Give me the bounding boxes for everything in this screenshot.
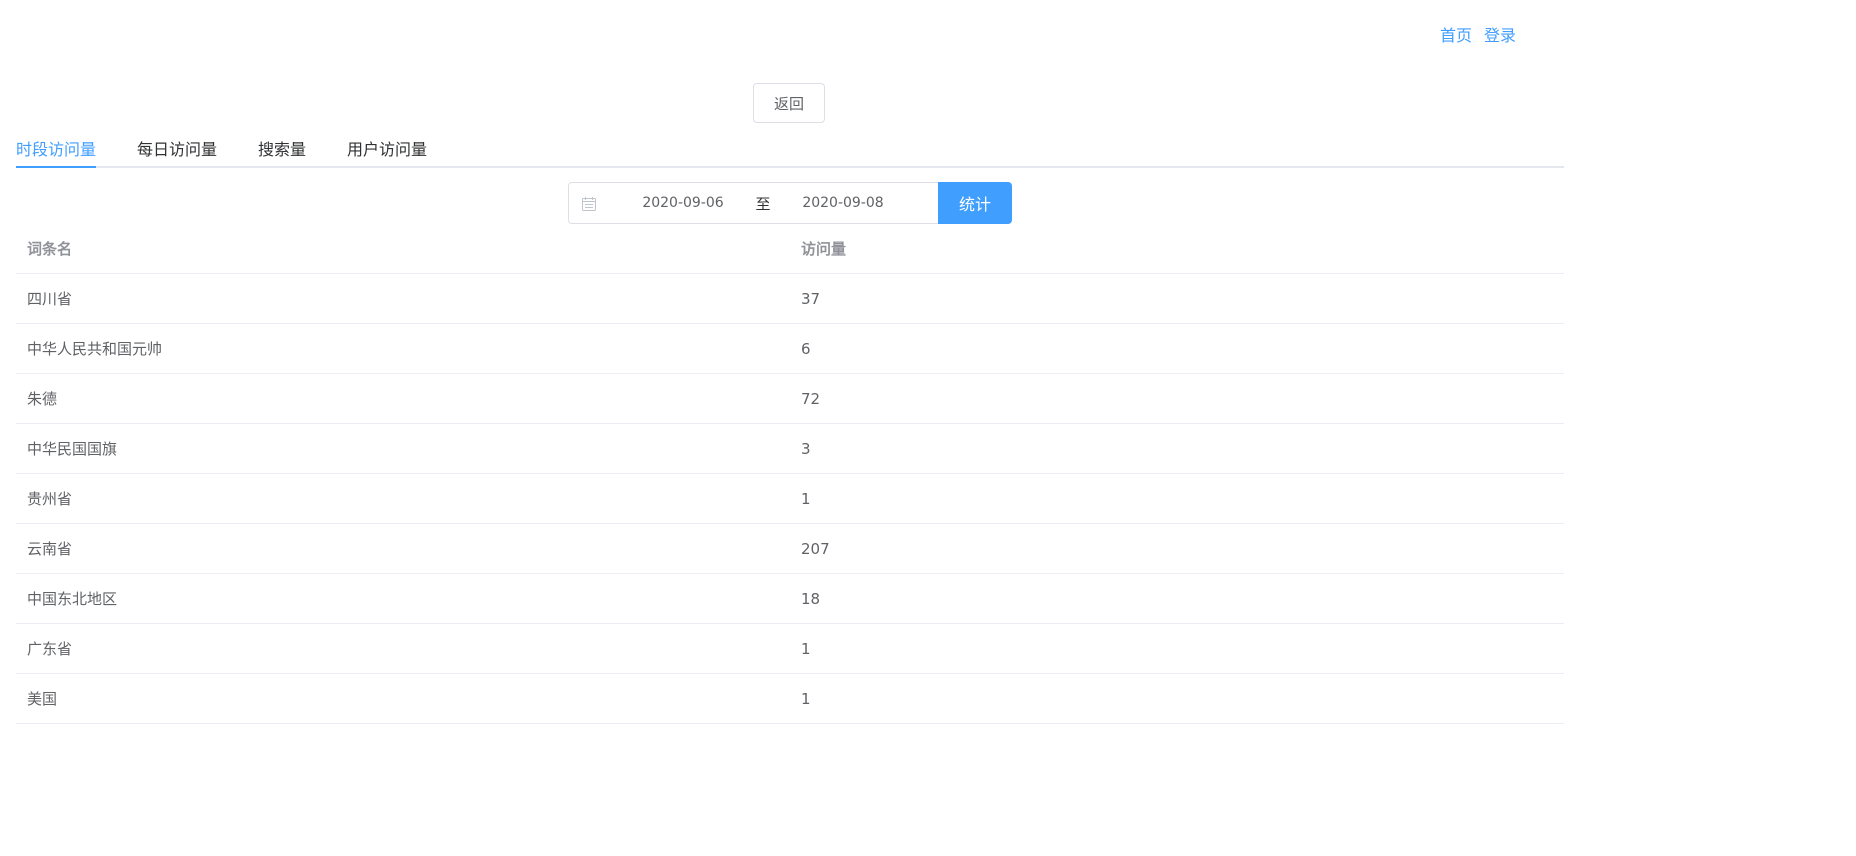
home-link[interactable]: 首页 — [1440, 22, 1472, 46]
table-row: 中国东北地区 18 — [16, 574, 1564, 624]
column-header-name: 词条名 — [27, 240, 73, 258]
cell-count: 1 — [801, 489, 811, 508]
table-row: 美国 1 — [16, 674, 1564, 724]
cell-name: 广东省 — [27, 640, 73, 658]
cell-count: 1 — [801, 689, 811, 708]
start-date-input[interactable] — [616, 194, 750, 212]
cell-name: 美国 — [27, 690, 58, 708]
cell-name: 四川省 — [27, 290, 73, 308]
cell-name: 中华民国国旗 — [27, 440, 118, 458]
table-header: 词条名 访问量 — [16, 224, 1564, 274]
cell-count: 207 — [801, 539, 830, 558]
login-link[interactable]: 登录 — [1484, 22, 1516, 46]
top-nav: 首页 登录 — [1440, 22, 1516, 46]
page: 首页 登录 返回 时段访问量 每日访问量 搜索量 用户访问量 至 统计 词条名 … — [0, 0, 1856, 856]
back-button[interactable]: 返回 — [753, 83, 825, 123]
tab-user-visits[interactable]: 用户访问量 — [347, 128, 427, 166]
cell-count: 1 — [801, 639, 811, 658]
cell-name: 中华人民共和国元帅 — [27, 340, 163, 358]
visits-table: 词条名 访问量 四川省 37 中华人民共和国元帅 6 朱德 72 中华民国国旗 … — [16, 224, 1564, 724]
table-row: 中华民国国旗 3 — [16, 424, 1564, 474]
column-header-count: 访问量 — [801, 240, 847, 258]
calendar-icon — [582, 196, 596, 211]
table-row: 广东省 1 — [16, 624, 1564, 674]
tab-period-visits[interactable]: 时段访问量 — [16, 128, 97, 168]
cell-count: 37 — [801, 289, 821, 308]
table-row: 中华人民共和国元帅 6 — [16, 324, 1564, 374]
cell-count: 18 — [801, 589, 821, 608]
date-range-picker[interactable]: 至 — [568, 182, 940, 224]
cell-count: 72 — [801, 389, 821, 408]
tab-bar: 时段访问量 每日访问量 搜索量 用户访问量 — [16, 128, 1564, 168]
end-date-input[interactable] — [776, 194, 910, 212]
statistics-button[interactable]: 统计 — [938, 182, 1012, 224]
cell-name: 朱德 — [27, 390, 58, 408]
table-row: 四川省 37 — [16, 274, 1564, 324]
table-row: 朱德 72 — [16, 374, 1564, 424]
cell-name: 贵州省 — [27, 490, 73, 508]
cell-name: 中国东北地区 — [27, 590, 118, 608]
tab-daily-visits[interactable]: 每日访问量 — [137, 128, 217, 166]
cell-count: 3 — [801, 439, 811, 458]
cell-name: 云南省 — [27, 540, 73, 558]
table-row: 云南省 207 — [16, 524, 1564, 574]
tab-search-volume[interactable]: 搜索量 — [258, 128, 306, 166]
table-row: 贵州省 1 — [16, 474, 1564, 524]
cell-count: 6 — [801, 339, 811, 358]
range-separator: 至 — [755, 194, 771, 213]
